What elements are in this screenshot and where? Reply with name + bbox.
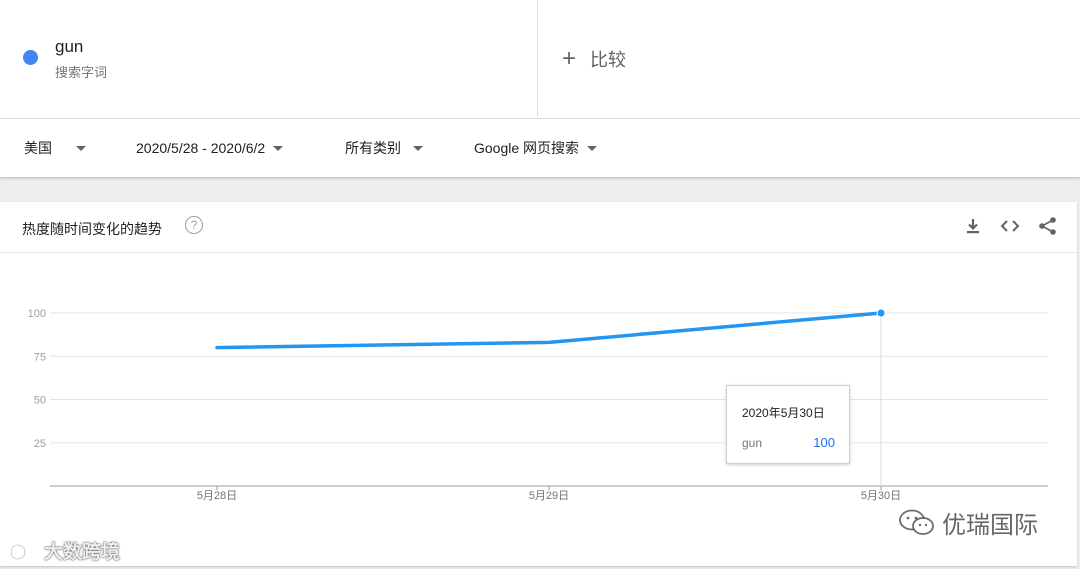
line-chart: 25 50 75 100 5月28日 5月29日 5月30日 (28, 308, 1048, 502)
x-tick-label: 5月28日 (197, 490, 237, 502)
tooltip-date: 2020年5月30日 (742, 406, 825, 420)
watermark-right-text: 优瑞国际 (942, 512, 1038, 539)
chart-tooltip: 2020年5月30日 gun 100 (726, 385, 850, 464)
y-tick-label: 100 (28, 308, 46, 320)
tooltip-term: gun (742, 436, 763, 450)
x-tick-label: 5月30日 (861, 490, 901, 502)
y-tick-label: 75 (34, 351, 46, 363)
watermark-left: 大数跨境 (8, 537, 120, 564)
watermark-left-text: 大数跨境 (44, 542, 121, 563)
watermark-logo-icon (9, 542, 36, 560)
data-point-highlight (876, 308, 886, 318)
y-tick-label: 25 (34, 438, 46, 450)
watermark-right: 优瑞国际 (898, 505, 1038, 540)
wechat-icon (899, 509, 934, 535)
tooltip-value: 100 (813, 435, 835, 450)
series-line-gun (215, 311, 883, 350)
x-tick-label: 5月29日 (529, 490, 569, 502)
y-tick-label: 50 (34, 395, 46, 407)
